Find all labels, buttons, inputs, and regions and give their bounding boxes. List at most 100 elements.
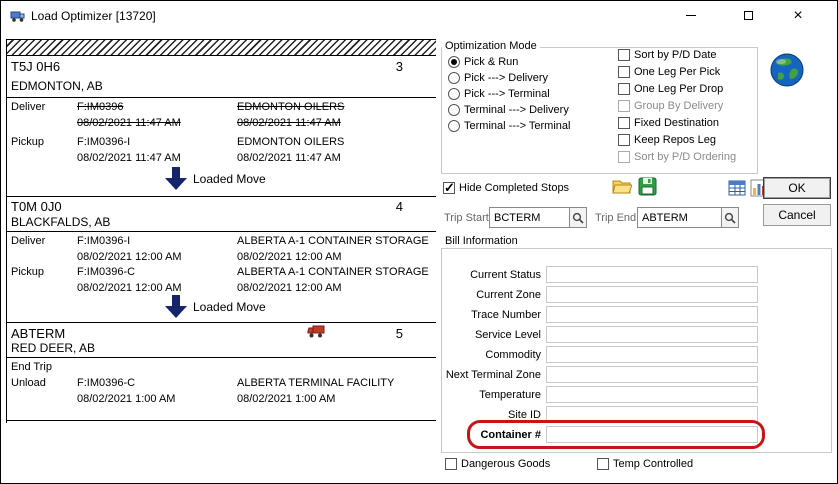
radio-pick-to-terminal[interactable] (448, 88, 460, 100)
row-action: Deliver (11, 235, 45, 248)
row-ref: F:IM0396 (77, 101, 123, 114)
row-client-date: 08/02/2021 12:00 AM (237, 282, 342, 295)
checkbox-one-leg-per-pick[interactable] (618, 66, 630, 78)
checkbox-sort-by-pd-ordering (618, 151, 630, 163)
stop-postal: ABTERM (11, 326, 65, 341)
title-bar: Load Optimizer [13720] × (1, 1, 837, 31)
radio-pick-and-run[interactable] (448, 56, 460, 68)
window-title: Load Optimizer [13720] (31, 9, 156, 23)
magnifier-icon (572, 212, 584, 224)
ok-button[interactable]: OK (763, 177, 831, 199)
trip-start-label: Trip Start (444, 212, 489, 225)
checkbox-label-one-leg-per-drop[interactable]: One Leg Per Drop (634, 83, 723, 96)
row-ref: F:IM0396-C (77, 266, 135, 279)
folder-open-icon[interactable] (612, 177, 632, 200)
field-label-service-level: Service Level (441, 329, 541, 342)
trip-end-lookup-button[interactable] (721, 208, 738, 227)
optimization-mode-title: Optimization Mode (442, 40, 540, 53)
row-client-date: 08/02/2021 1:00 AM (237, 393, 335, 406)
row-client-date: 08/02/2021 11:47 AM (237, 152, 341, 165)
maximize-icon (744, 11, 753, 20)
radio-terminal-to-delivery[interactable] (448, 104, 460, 116)
minimize-button[interactable] (668, 2, 714, 29)
checkbox-label-dangerous-goods[interactable]: Dangerous Goods (461, 458, 550, 471)
maximize-button[interactable] (725, 2, 771, 29)
table-report-icon[interactable] (728, 179, 746, 202)
checkbox-sort-by-pd-date[interactable] (618, 49, 630, 61)
row-ref: F:IM0396-I (77, 235, 130, 248)
stop-block-3[interactable] (7, 322, 436, 420)
radio-label-terminal-to-terminal[interactable]: Terminal ---> Terminal (464, 120, 570, 133)
field-input-trace-number[interactable] (546, 306, 758, 323)
separator-line (7, 231, 436, 232)
move-label: Loaded Move (193, 172, 266, 186)
magnifier-icon (724, 212, 736, 224)
field-label-current-status: Current Status (441, 269, 541, 282)
checkbox-keep-repos-leg[interactable] (618, 134, 630, 146)
row-ref-date: 08/02/2021 11:47 AM (77, 117, 181, 130)
trip-end-input[interactable]: ABTERM (637, 207, 739, 228)
checkbox-label-group-by-delivery: Group By Delivery (634, 100, 723, 113)
radio-terminal-to-terminal[interactable] (448, 120, 460, 132)
checkbox-one-leg-per-drop[interactable] (618, 83, 630, 95)
row-action: Pickup (11, 266, 44, 279)
field-input-next-terminal-zone[interactable] (546, 366, 758, 383)
row-ref-date: 08/02/2021 12:00 AM (77, 251, 182, 264)
save-icon[interactable] (638, 177, 657, 201)
trip-start-hatch-bar (7, 39, 436, 56)
field-input-current-zone[interactable] (546, 286, 758, 303)
separator-line (7, 196, 436, 197)
trip-start-input[interactable]: BCTERM (489, 207, 587, 228)
field-label-trace-number: Trace Number (441, 309, 541, 322)
checkbox-label-temp-controlled[interactable]: Temp Controlled (613, 458, 693, 471)
checkbox-hide-completed-stops[interactable] (443, 182, 455, 194)
radio-label-terminal-to-delivery[interactable]: Terminal ---> Delivery (464, 104, 569, 117)
checkbox-label-one-leg-per-pick[interactable]: One Leg Per Pick (634, 66, 720, 79)
checkbox-fixed-destination[interactable] (618, 117, 630, 129)
row-client: ALBERTA A-1 CONTAINER STORAGE (237, 235, 429, 248)
radio-label-pick-to-delivery[interactable]: Pick ---> Delivery (464, 72, 548, 85)
down-arrow-icon (165, 295, 187, 318)
row-client-date: 08/02/2021 12:00 AM (237, 251, 342, 264)
row-action: Deliver (11, 101, 45, 114)
checkbox-label-keep-repos-leg[interactable]: Keep Repos Leg (634, 134, 716, 147)
field-input-temperature[interactable] (546, 386, 758, 403)
radio-label-pick-and-run[interactable]: Pick & Run (464, 56, 518, 69)
radio-pick-to-delivery[interactable] (448, 72, 460, 84)
trip-start-lookup-button[interactable] (569, 208, 586, 227)
row-ref: F:IM0396-I (77, 136, 130, 149)
field-label-current-zone: Current Zone (441, 289, 541, 302)
row-action: Pickup (11, 136, 44, 149)
container-field-highlight (467, 420, 765, 449)
radio-label-pick-to-terminal[interactable]: Pick ---> Terminal (464, 88, 550, 101)
separator-line (7, 357, 436, 358)
row-ref-date: 08/02/2021 12:00 AM (77, 282, 182, 295)
checkbox-label-fixed-destination[interactable]: Fixed Destination (634, 117, 719, 130)
cancel-button[interactable]: Cancel (763, 204, 831, 226)
trip-start-value: BCTERM (490, 208, 569, 227)
stop-seq: 5 (377, 326, 403, 341)
stop-city: RED DEER, AB (11, 341, 95, 355)
field-label-temperature: Temperature (441, 389, 541, 402)
stop-postal: T0M 0J0 (11, 199, 62, 214)
checkbox-group-by-delivery (618, 100, 630, 112)
checkbox-label-sort-by-pd-date[interactable]: Sort by P/D Date (634, 49, 717, 62)
checkbox-dangerous-goods[interactable] (445, 458, 457, 470)
stop-city: EDMONTON, AB (11, 79, 103, 93)
close-button[interactable]: × (775, 2, 821, 29)
end-trip-label: End Trip (11, 361, 52, 374)
field-input-commodity[interactable] (546, 346, 758, 363)
row-client: ALBERTA TERMINAL FACILITY (237, 377, 394, 390)
red-truck-icon (307, 324, 325, 344)
checkbox-temp-controlled[interactable] (597, 458, 609, 470)
down-arrow-icon (165, 167, 187, 190)
bill-information-title: Bill Information (442, 235, 521, 248)
row-client-date: 08/02/2021 11:47 AM (237, 117, 341, 130)
field-input-current-status[interactable] (546, 266, 758, 283)
trip-end-value: ABTERM (638, 208, 721, 227)
stop-seq: 3 (377, 59, 403, 74)
field-input-service-level[interactable] (546, 326, 758, 343)
checkbox-label-hide-completed-stops[interactable]: Hide Completed Stops (459, 182, 569, 195)
row-ref-date: 08/02/2021 1:00 AM (77, 393, 175, 406)
separator-line (7, 97, 436, 98)
